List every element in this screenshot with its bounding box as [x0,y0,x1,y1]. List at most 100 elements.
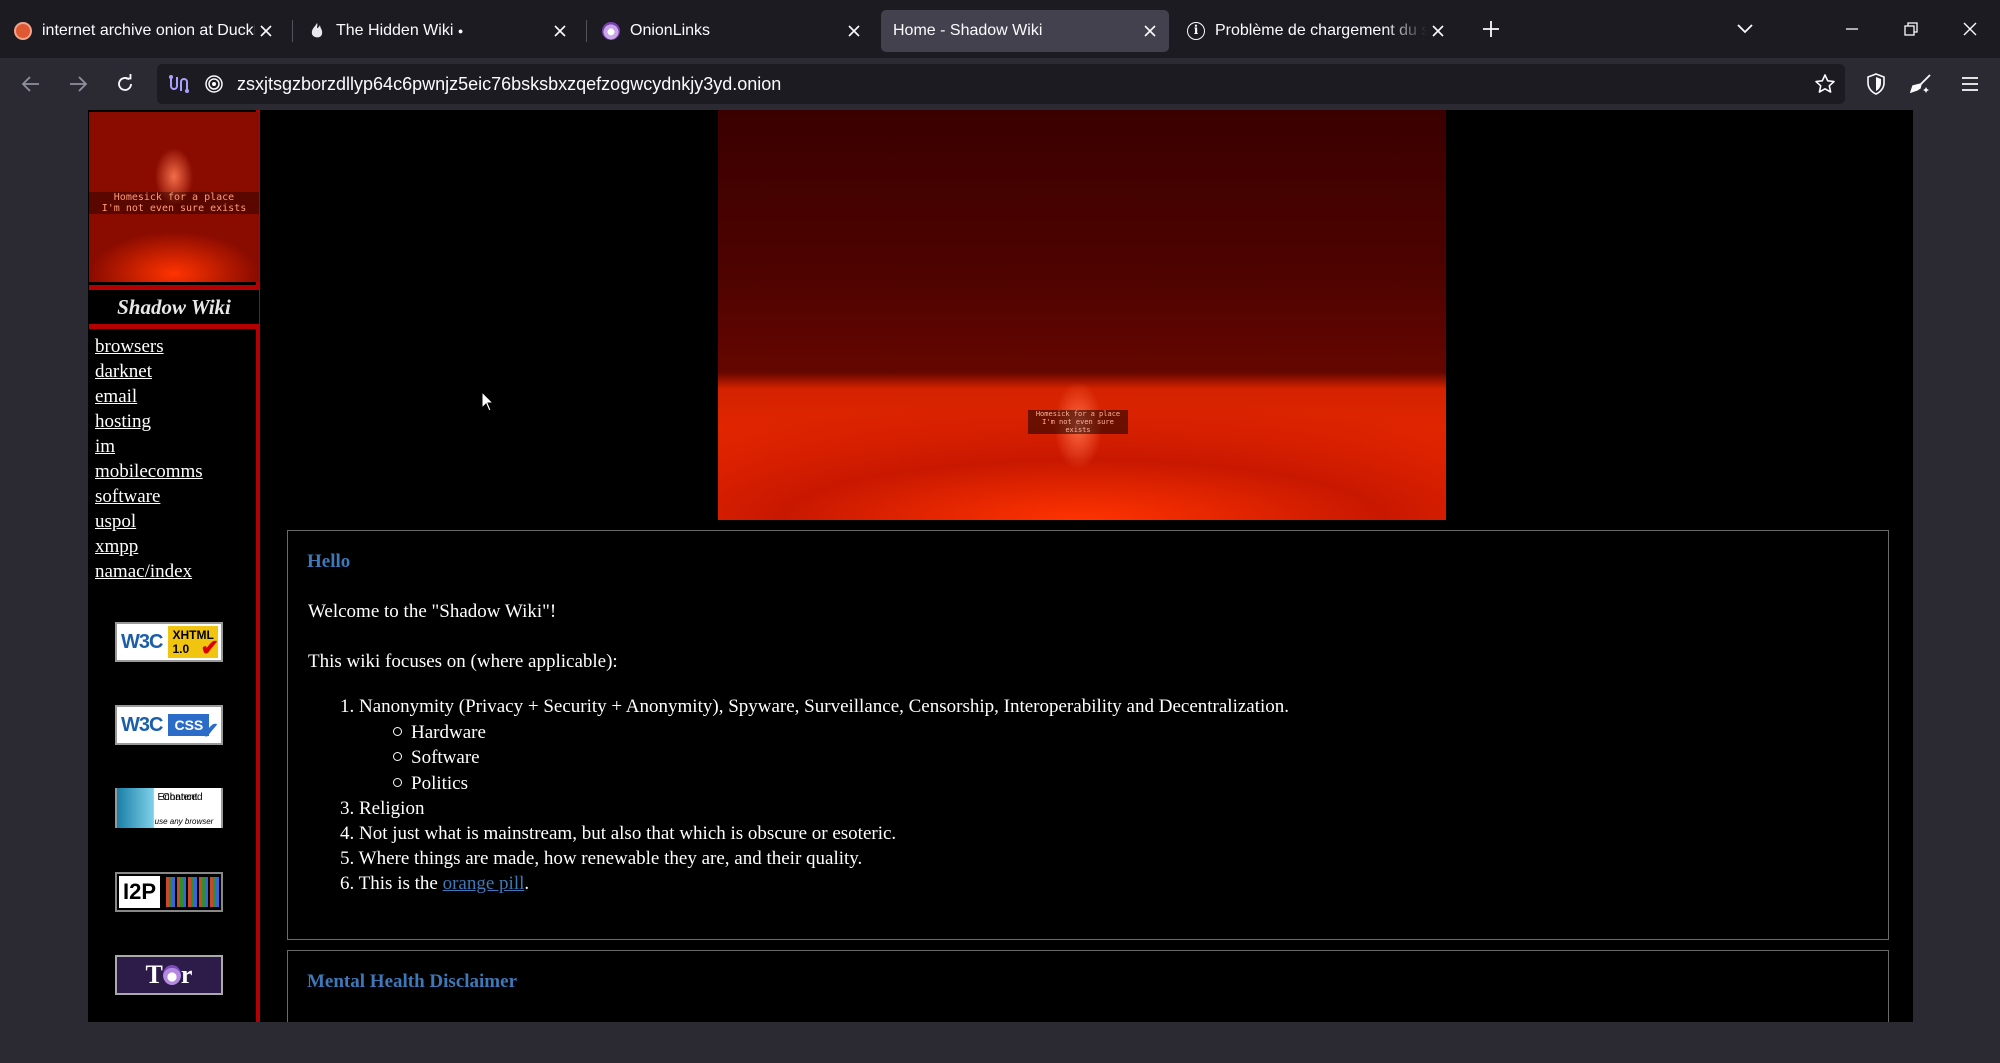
hello-section: Hello Welcome to the "Shadow Wiki"! This… [287,530,1889,940]
hamburger-menu-icon [1962,77,1978,91]
mental-health-disclaimer-section: Mental Health Disclaimer [287,950,1889,1022]
arrow-left-icon [21,76,39,92]
tor-circuit-icon[interactable] [167,73,189,100]
back-button[interactable] [15,68,47,100]
security-level-button[interactable] [1860,68,1892,100]
close-icon [1963,22,1977,36]
sidebar-item-uspol: uspol [95,509,203,534]
duckduckgo-icon [14,22,32,40]
site-logo[interactable]: Homesick for a place I'm not even sure e… [89,112,259,282]
nav-link[interactable]: email [95,386,137,407]
nav-link[interactable]: darknet [95,361,152,382]
close-tab-icon[interactable] [843,20,865,42]
w3c-css-badge[interactable]: W3C CSS ✔ [115,705,223,745]
nav-link[interactable]: software [95,486,160,507]
site-title: Shadow Wiki [89,285,259,329]
nav-link[interactable]: uspol [95,511,136,532]
plus-icon [1483,21,1499,37]
tab-duckduckgo[interactable]: internet archive onion at DuckD [2,10,285,52]
tor-badge[interactable]: Tr [115,955,223,995]
shield-icon [1867,73,1885,95]
app-menu-button[interactable] [1954,68,1986,100]
nav-link[interactable]: browsers [95,336,164,357]
hero-caption: Homesick for a place I'm not even sure e… [1028,410,1128,434]
browser-viewport: Homesick for a place I'm not even sure e… [0,110,2000,1063]
nav-link[interactable]: im [95,436,115,457]
tab-audio-indicator: ● [457,26,464,36]
focus-intro-text: This wiki focuses on (where applicable): [308,651,618,672]
minimize-icon [1846,28,1858,30]
sidebar-item-hosting: hosting [95,409,203,434]
i2p-badge[interactable]: I2P [115,872,223,912]
logo-caption: Homesick for a place I'm not even sure e… [89,192,259,214]
restore-button[interactable] [1896,14,1926,44]
content-enhanced-badge[interactable]: Content Enhanced use any browser [115,788,223,828]
sidebar-item-xmpp: xmpp [95,534,203,559]
welcome-text: Welcome to the "Shadow Wiki"! [308,601,557,622]
list-item: 4. Not just what is mainstream, but also… [340,823,897,844]
tab-title: The Hidden Wiki ● [336,22,464,39]
nav-link[interactable]: hosting [95,411,151,432]
chevron-down-icon [1737,24,1753,34]
restore-icon [1904,22,1918,36]
nav-link[interactable]: namac/index [95,561,192,582]
sidebar-item-mobilecomms: mobilecomms [95,459,203,484]
minimize-button[interactable] [1837,14,1867,44]
mouse-cursor-icon [481,391,495,412]
nav-link[interactable]: mobilecomms [95,461,203,482]
sidebar-item-browsers: browsers [95,334,203,359]
tab-title: internet archive onion at DuckD [42,22,255,39]
hero-image: Homesick for a place I'm not even sure e… [718,110,1446,520]
info-icon: i [1187,22,1205,40]
arrow-right-icon [70,76,88,92]
forward-button[interactable] [62,68,94,100]
tab-hidden-wiki[interactable]: The Hidden Wiki ● [296,10,579,52]
orange-pill-link[interactable]: orange pill [443,873,525,894]
close-tab-icon[interactable] [1427,20,1449,42]
navigation-toolbar: zsxjtsgzborzdllyp64c6pwnjz5eic76bsksbxzq… [0,58,2000,110]
window-close-button[interactable] [1955,14,1985,44]
new-tab-button[interactable] [1476,14,1506,44]
sidebar-item-im: im [95,434,203,459]
bookmark-button[interactable] [1809,68,1841,100]
broom-icon [1910,74,1931,94]
w3c-xhtml-badge[interactable]: W3C XHTML 1.0 ✔ [115,622,223,662]
checkmark-icon: ✔ [200,635,219,660]
onion-icon [162,965,181,985]
tab-title: OnionLinks [630,22,711,39]
tab-title: Problème de chargement du sit [1215,22,1427,39]
tab-separator [292,20,293,42]
list-item: 1. Nanonymity (Privacy + Security + Anon… [340,696,1290,717]
nav-link[interactable]: xmpp [95,536,138,557]
list-item: 6. This is the orange pill. [340,873,530,894]
list-subitem: Hardware [393,722,486,744]
onion-site-icon[interactable] [204,74,224,99]
star-icon [1815,74,1835,93]
sidebar-item-darknet: darknet [95,359,203,384]
list-item: 5. Where things are made, how renewable … [340,848,863,869]
tab-probleme-chargement[interactable]: i Problème de chargement du sit [1175,10,1457,52]
url-text[interactable]: zsxjtsgzborzdllyp64c6pwnjz5eic76bsksbxzq… [237,64,781,104]
address-bar[interactable]: zsxjtsgzborzdllyp64c6pwnjz5eic76bsksbxzq… [157,64,1845,104]
close-tab-icon[interactable] [1139,20,1161,42]
reload-button[interactable] [109,68,141,100]
list-all-tabs-button[interactable] [1730,14,1760,44]
tab-onionlinks[interactable]: OnionLinks [590,10,873,52]
new-identity-button[interactable] [1905,68,1937,100]
sidebar-item-software: software [95,484,203,509]
tab-strip: internet archive onion at DuckD The Hidd… [0,0,2000,58]
list-item: 3. Religion [340,798,425,819]
tab-shadow-wiki[interactable]: Home - Shadow Wiki [881,10,1169,52]
sidebar-nav: browsers darknet email hosting im mobile… [95,334,203,584]
onion-flame-icon [308,22,326,40]
reload-icon [118,74,132,91]
checkmark-icon: ✔ [200,718,219,743]
list-subitem: Software [393,747,480,769]
sidebar-item-namac-index: namac/index [95,559,203,584]
section-heading: Hello [307,551,351,572]
close-tab-icon[interactable] [549,20,571,42]
close-tab-icon[interactable] [255,20,277,42]
i2p-dots-icon [166,877,221,907]
tab-title: Home - Shadow Wiki [893,22,1043,39]
sidebar-item-email: email [95,384,203,409]
